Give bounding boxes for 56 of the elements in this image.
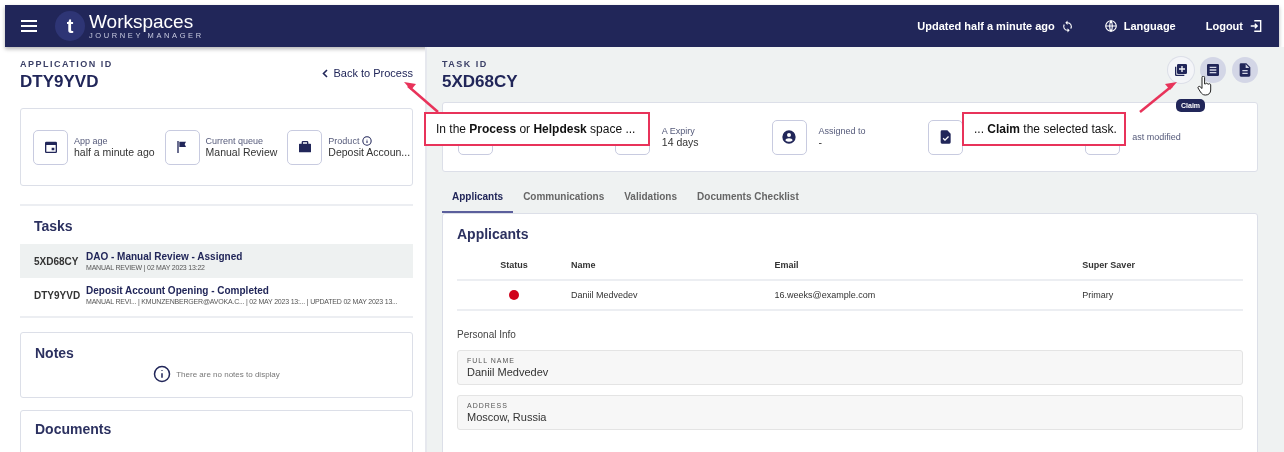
column-header: Name: [571, 250, 775, 280]
logout-icon: [1249, 19, 1263, 33]
column-header: Status: [457, 250, 571, 280]
globe-icon: [1103, 19, 1118, 33]
chevron-left-icon: [321, 68, 328, 78]
documents-heading: Documents: [35, 421, 113, 437]
summary-label: Product: [328, 136, 360, 146]
add-to-stack-icon: [1173, 62, 1189, 78]
callout-note: In the Process or Helpdesk space ...: [424, 112, 650, 146]
tasks-heading: Tasks: [33, 217, 74, 236]
claim-button[interactable]: [1168, 57, 1194, 83]
tab[interactable]: Documents Checklist: [687, 182, 809, 213]
applicants-heading: Applicants: [457, 226, 530, 242]
pointer-arrow: [404, 82, 439, 113]
language-button[interactable]: Language: [1103, 19, 1176, 33]
list-icon: [1205, 62, 1221, 78]
summary-label: ast modified: [1132, 132, 1181, 142]
briefcase-icon: [296, 139, 313, 155]
summary-label: Current queue: [205, 136, 264, 146]
hand-cursor-icon: [1197, 76, 1213, 96]
summary-label: App age: [74, 136, 108, 146]
document-button[interactable]: [1232, 57, 1258, 83]
empty-message: There are no notes to display: [176, 369, 280, 379]
table-cell: 16.weeks@example.com: [774, 280, 1083, 310]
logout-button[interactable]: Logout: [1205, 19, 1263, 33]
user-icon: [781, 129, 798, 145]
callout-note: ... Claim the selected task.: [962, 112, 1126, 146]
summary-value: -: [818, 136, 824, 148]
table-cell: Daniil Medvedev: [571, 280, 775, 310]
summary-value: Manual Review: [205, 146, 278, 158]
summary-value: half a minute ago: [74, 146, 155, 158]
summary-value: 14 days: [661, 136, 699, 148]
summary-label: A Expiry: [661, 126, 696, 136]
task-id: 5XD68CY: [442, 72, 518, 92]
summary-value: Deposit Accoun...: [328, 146, 411, 158]
table-cell: Primary: [1082, 280, 1243, 310]
tab[interactable]: Communications: [513, 182, 615, 213]
refresh-button[interactable]: Updated half a minute ago: [917, 19, 1074, 33]
notes-heading: Notes: [35, 345, 75, 361]
tab[interactable]: Validations: [614, 182, 688, 213]
application-id-label: APPLICATION ID: [20, 59, 113, 69]
list-button[interactable]: [1200, 57, 1226, 83]
logo-mark: t: [55, 11, 85, 41]
summary-label: Assigned to: [818, 126, 866, 136]
pointer-arrow: [1139, 82, 1177, 113]
menu-icon[interactable]: [21, 20, 37, 32]
document-icon: [1237, 62, 1253, 78]
calendar-icon: [42, 139, 59, 155]
back-link[interactable]: Back to Process: [321, 67, 413, 79]
application-id: DTY9YVD: [20, 72, 100, 92]
task-id-label: TASK ID: [442, 59, 489, 69]
section-heading: Personal Info: [457, 329, 517, 340]
column-header: Email: [774, 250, 1083, 280]
info-icon: [153, 365, 172, 383]
refresh-icon: [1060, 19, 1074, 33]
column-header: Super Saver: [1082, 250, 1243, 280]
